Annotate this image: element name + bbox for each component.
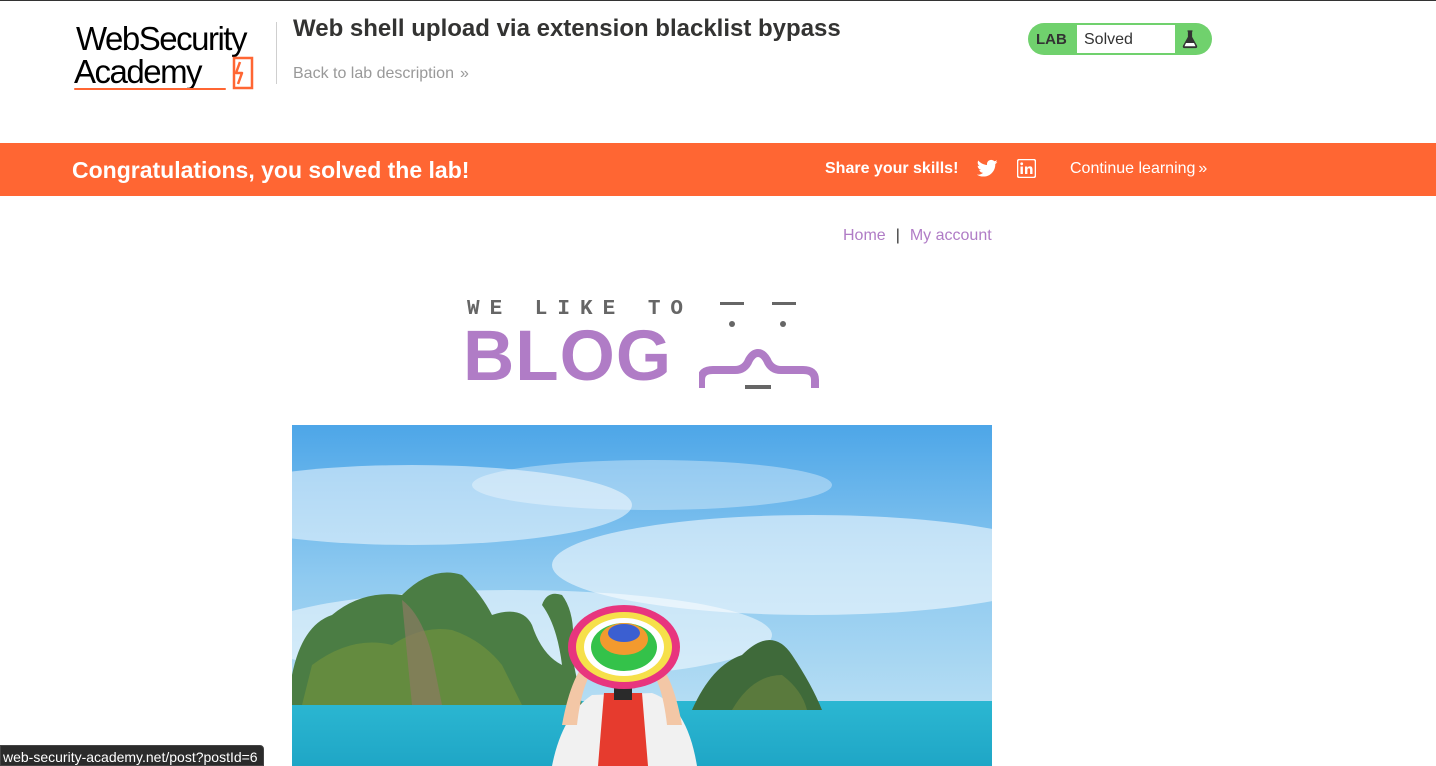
continue-learning-link[interactable]: Continue learning» [1070, 160, 1207, 178]
status-bar-url: web-security-academy.net/post?postId=6 [0, 745, 264, 766]
share-skills-label: Share your skills! [825, 160, 959, 177]
nav-separator: | [895, 227, 900, 244]
blog-logo-word: BLOG [463, 317, 673, 396]
nav-home-link[interactable]: Home [843, 227, 886, 244]
solved-banner: Congratulations, you solved the lab! Sha… [0, 143, 1436, 196]
congratulations-message: Congratulations, you solved the lab! [72, 157, 470, 183]
top-border [0, 0, 1436, 1]
double-chevron-right-icon: » [1198, 160, 1208, 177]
header-divider [276, 22, 277, 84]
logo-underline [74, 88, 226, 90]
blog-logo: WE LIKE TO BLOG [463, 293, 823, 393]
twitter-icon[interactable] [977, 159, 998, 178]
web-security-academy-logo[interactable]: WebSecurity Academy [74, 20, 274, 94]
logo-text-line2: Academy [74, 53, 203, 90]
lab-badge: LAB [1036, 31, 1067, 48]
double-chevron-right-icon: » [459, 65, 469, 82]
back-to-lab-description-link[interactable]: Back to lab description » [293, 64, 469, 84]
lab-title: Web shell upload via extension blacklist… [293, 15, 841, 42]
flask-icon [1182, 30, 1198, 49]
blog-post-image [292, 425, 992, 766]
continue-learning-label: Continue learning [1070, 160, 1196, 177]
nav-my-account-link[interactable]: My account [910, 227, 992, 244]
back-link-label: Back to lab description [293, 65, 454, 82]
top-nav: Home | My account [843, 227, 992, 245]
blog-face-icon [699, 302, 819, 389]
blog-post-image-link[interactable] [292, 425, 992, 766]
lab-status-widget: LAB Solved [1028, 23, 1212, 55]
lab-status-value: Solved [1076, 24, 1176, 54]
logo-text-line1: WebSecurity [76, 20, 247, 57]
linkedin-icon[interactable] [1017, 159, 1036, 178]
logo-bolt-icon [232, 56, 254, 90]
